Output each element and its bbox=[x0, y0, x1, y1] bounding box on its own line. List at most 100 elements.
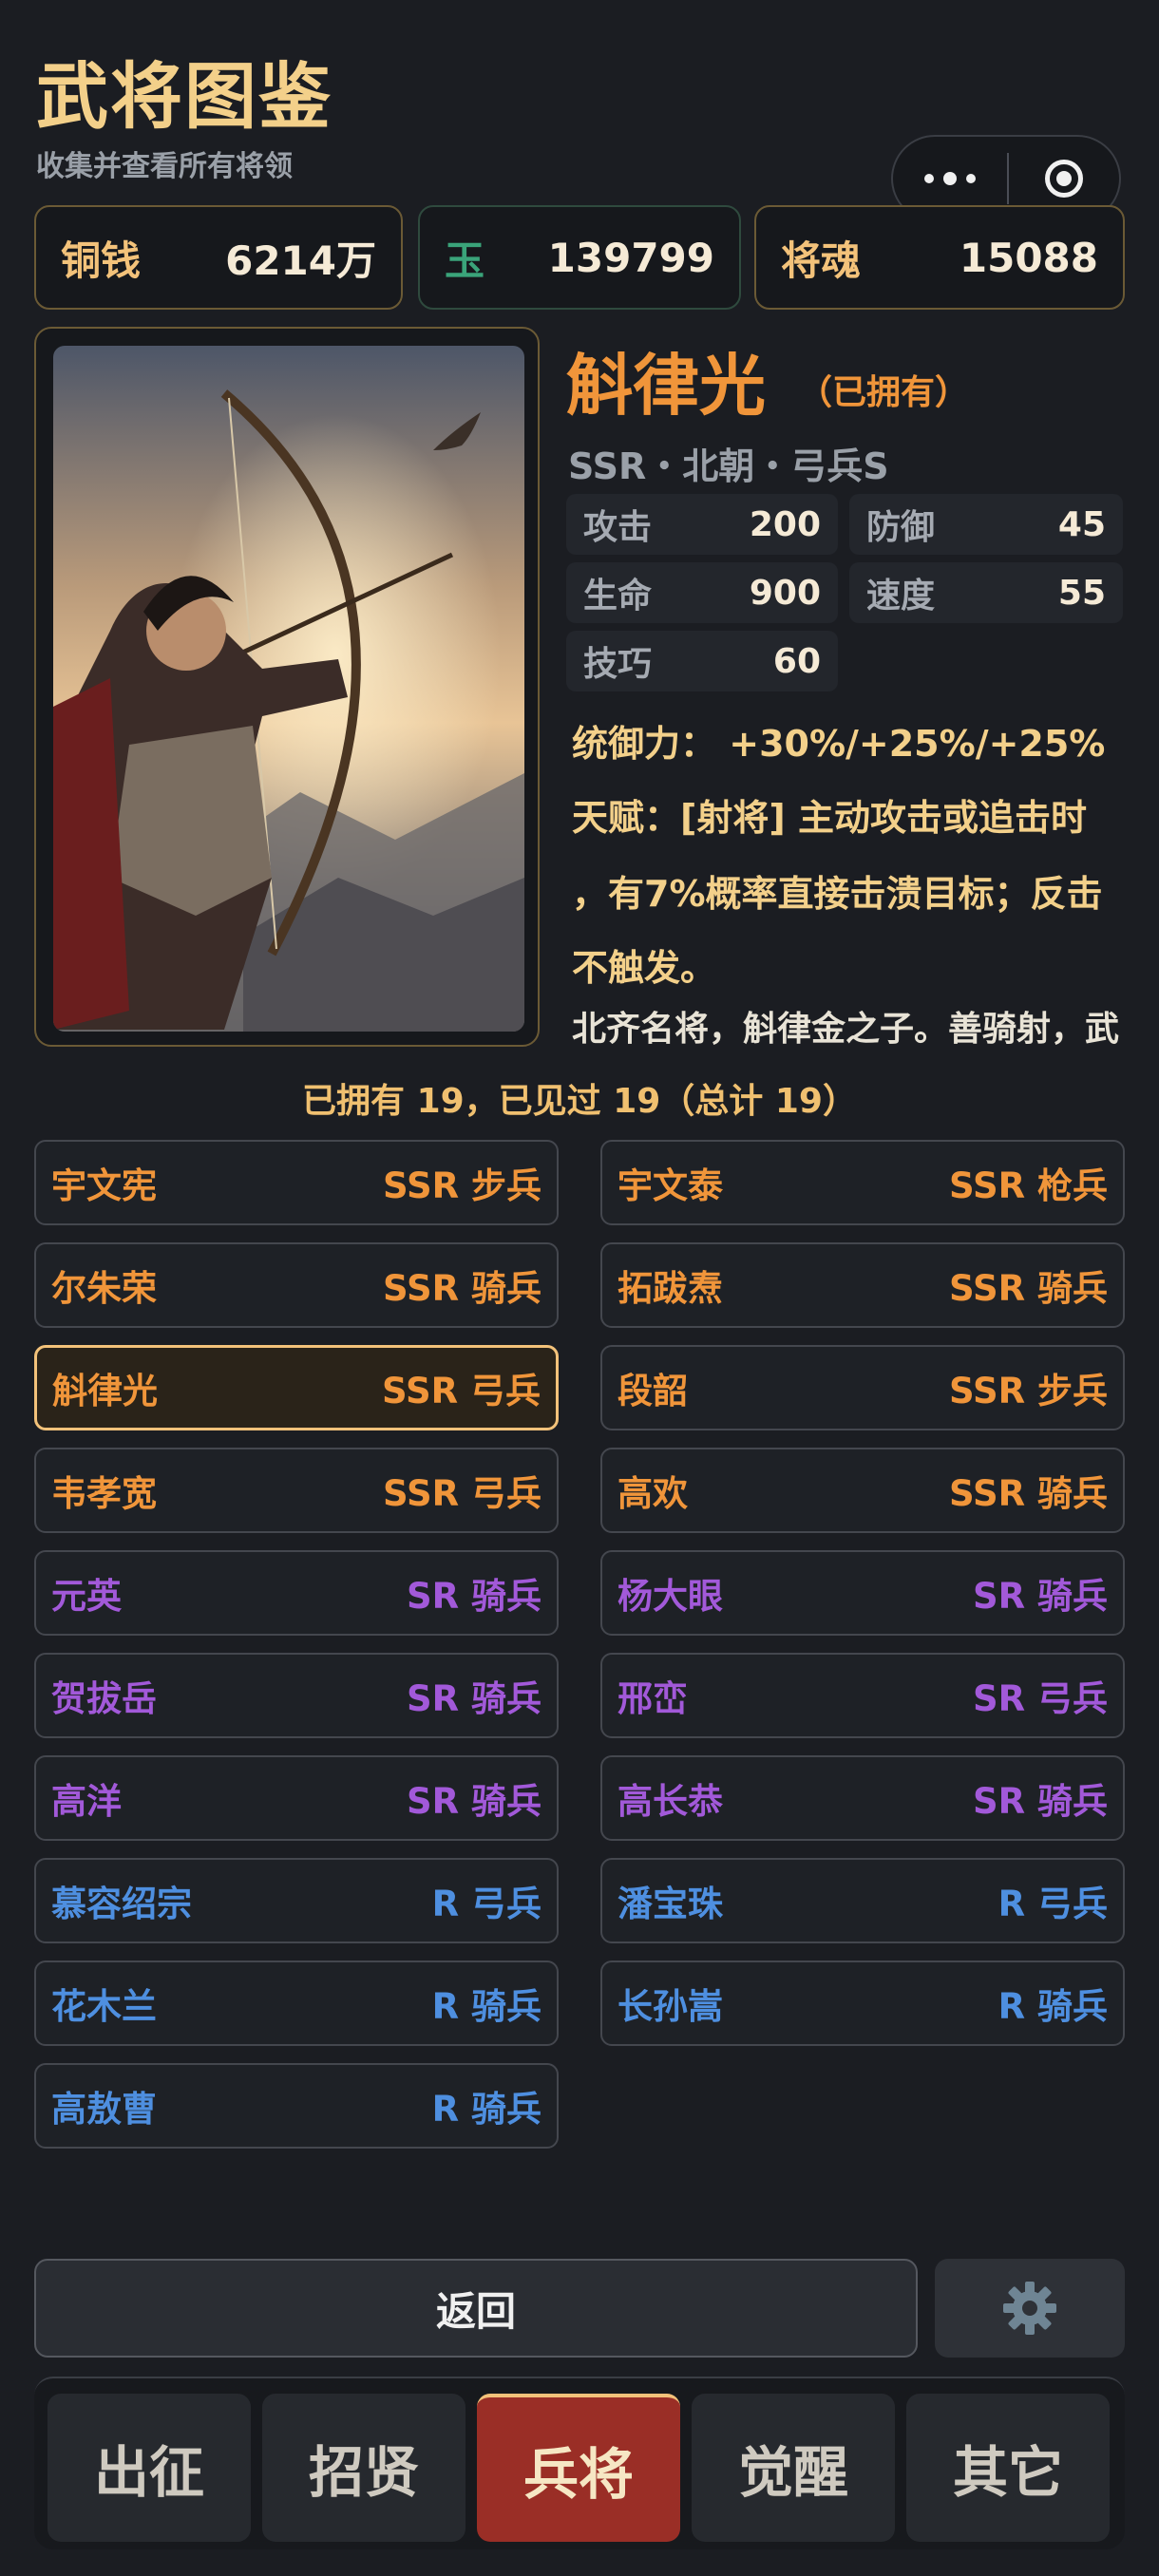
page-subtitle: 收集并查看所有将领 bbox=[36, 150, 293, 183]
hero-card-class: SSR 骑兵 bbox=[383, 1260, 542, 1311]
hero-card[interactable]: 元英 SR 骑兵 bbox=[34, 1550, 559, 1636]
hero-card-name: 慕容绍宗 bbox=[51, 1884, 192, 1924]
hero-card-name: 韦孝宽 bbox=[51, 1473, 157, 1514]
hero-card[interactable]: 宇文泰 SSR 枪兵 bbox=[600, 1140, 1125, 1225]
hero-card[interactable]: 斛律光 SSR 弓兵 bbox=[34, 1345, 559, 1430]
hero-card-type: 骑兵 bbox=[471, 1576, 542, 1617]
currency-value: 139799 bbox=[547, 234, 714, 281]
gear-icon bbox=[1003, 2282, 1056, 2335]
hero-name: 斛律光 bbox=[566, 347, 766, 425]
hero-card[interactable]: 高欢 SSR 骑兵 bbox=[600, 1448, 1125, 1533]
hero-card-rarity: SR bbox=[972, 1781, 1026, 1822]
stat-defense: 防御 45 bbox=[849, 494, 1123, 555]
stat-value: 55 bbox=[1057, 573, 1106, 613]
hero-card-name: 元英 bbox=[51, 1576, 122, 1617]
currency-soul: 将魂 15088 bbox=[754, 205, 1125, 310]
hero-card[interactable]: 宇文宪 SSR 步兵 bbox=[34, 1140, 559, 1225]
tab-4[interactable]: 觉醒 bbox=[692, 2394, 895, 2542]
hero-card[interactable]: 长孙嵩 R 骑兵 bbox=[600, 1960, 1125, 2046]
hero-card[interactable]: 花木兰 R 骑兵 bbox=[34, 1960, 559, 2046]
hero-card[interactable]: 高洋 SR 骑兵 bbox=[34, 1755, 559, 1841]
hero-card-name: 潘宝珠 bbox=[618, 1884, 723, 1924]
hero-card-type: 骑兵 bbox=[471, 2089, 542, 2130]
hero-card-type: 弓兵 bbox=[471, 1884, 542, 1924]
hero-card[interactable]: 贺拔岳 SR 骑兵 bbox=[34, 1653, 559, 1738]
hero-card-name: 高长恭 bbox=[618, 1781, 723, 1822]
currency-jade: 玉 139799 bbox=[418, 205, 741, 310]
hero-card[interactable]: 尔朱荣 SSR 骑兵 bbox=[34, 1242, 559, 1328]
hero-card-rarity: SR bbox=[406, 1576, 460, 1617]
hero-card-type: 骑兵 bbox=[1037, 1268, 1108, 1309]
settings-button[interactable] bbox=[935, 2259, 1125, 2358]
bottom-tab-bar: 出征 招贤 兵将 觉醒 其它 bbox=[34, 2377, 1125, 2549]
hero-card[interactable]: 韦孝宽 SSR 弓兵 bbox=[34, 1448, 559, 1533]
hero-card-rarity: R bbox=[998, 1986, 1026, 2027]
hero-card-rarity: R bbox=[431, 1986, 460, 2027]
hero-description: 北齐名将，斛律金之子。善骑射，武 bbox=[572, 1010, 1120, 1049]
stat-label: 攻击 bbox=[583, 508, 653, 547]
hero-card-rarity: R bbox=[431, 2089, 460, 2130]
hero-card-name: 高敖曹 bbox=[51, 2089, 157, 2130]
hero-talent-line: 不触发。 bbox=[572, 947, 717, 989]
hero-card-rarity: SSR bbox=[948, 1371, 1026, 1411]
stat-skill: 技巧 60 bbox=[566, 631, 838, 691]
currency-value: 6214万 bbox=[225, 237, 376, 284]
back-button[interactable]: 返回 bbox=[34, 2259, 918, 2358]
hero-card-class: SSR 步兵 bbox=[949, 1362, 1108, 1413]
stat-value: 200 bbox=[749, 504, 821, 544]
hero-card-rarity: R bbox=[431, 1884, 460, 1924]
hero-card-name: 段韶 bbox=[618, 1371, 688, 1411]
hero-card-name: 尔朱荣 bbox=[51, 1268, 157, 1309]
hero-card-class: SSR 枪兵 bbox=[949, 1157, 1108, 1208]
tab-2[interactable]: 招贤 bbox=[262, 2394, 466, 2542]
hero-card-class: R 骑兵 bbox=[998, 1978, 1108, 2029]
hero-card[interactable]: 高敖曹 R 骑兵 bbox=[34, 2063, 559, 2149]
hero-card-rarity: SSR bbox=[948, 1473, 1026, 1514]
currency-label: 玉 bbox=[445, 237, 485, 284]
stat-attack: 攻击 200 bbox=[566, 494, 838, 555]
hero-portrait bbox=[53, 346, 524, 1032]
hero-command: 统御力： +30%/+25%/+25% bbox=[572, 723, 1106, 765]
hero-card-class: SR 骑兵 bbox=[407, 1772, 542, 1824]
hero-owned-status: （已拥有） bbox=[798, 373, 970, 412]
hero-card-type: 骑兵 bbox=[471, 1678, 542, 1719]
hero-card[interactable]: 邢峦 SR 弓兵 bbox=[600, 1653, 1125, 1738]
hero-card[interactable]: 潘宝珠 R 弓兵 bbox=[600, 1858, 1125, 1943]
hero-card-rarity: SR bbox=[406, 1781, 460, 1822]
hero-card[interactable]: 慕容绍宗 R 弓兵 bbox=[34, 1858, 559, 1943]
tab-3[interactable]: 兵将 bbox=[477, 2394, 680, 2542]
hero-card-type: 骑兵 bbox=[471, 1781, 542, 1822]
hero-card-type: 骑兵 bbox=[1037, 1986, 1108, 2027]
hero-meta: SSR・北朝・弓兵S bbox=[568, 445, 889, 487]
hero-card-rarity: SSR bbox=[381, 1371, 459, 1411]
hero-card-class: R 骑兵 bbox=[432, 2080, 542, 2131]
hero-card-name: 贺拔岳 bbox=[51, 1678, 157, 1719]
hero-card-class: SR 骑兵 bbox=[973, 1567, 1108, 1619]
hero-card[interactable]: 高长恭 SR 骑兵 bbox=[600, 1755, 1125, 1841]
hero-card-rarity: SR bbox=[972, 1576, 1026, 1617]
hero-card-type: 骑兵 bbox=[471, 1268, 542, 1309]
hero-card-rarity: SR bbox=[972, 1678, 1026, 1719]
hero-card-rarity: SSR bbox=[382, 1165, 460, 1206]
hero-card-name: 高洋 bbox=[51, 1781, 122, 1822]
hero-card-name: 长孙嵩 bbox=[618, 1986, 723, 2027]
stat-label: 技巧 bbox=[583, 645, 653, 684]
hero-card[interactable]: 杨大眼 SR 骑兵 bbox=[600, 1550, 1125, 1636]
tab-1[interactable]: 出征 bbox=[48, 2394, 251, 2542]
hero-card-class: R 弓兵 bbox=[432, 1875, 542, 1926]
hero-card[interactable]: 段韶 SSR 步兵 bbox=[600, 1345, 1125, 1430]
stat-speed: 速度 55 bbox=[849, 562, 1123, 623]
hero-card-class: SSR 步兵 bbox=[383, 1157, 542, 1208]
hero-card-class: SSR 骑兵 bbox=[949, 1260, 1108, 1311]
hero-card-class: SR 骑兵 bbox=[973, 1772, 1108, 1824]
hero-card-class: SR 骑兵 bbox=[407, 1670, 542, 1721]
hero-card[interactable]: 拓跋焘 SSR 骑兵 bbox=[600, 1242, 1125, 1328]
hero-card-name: 宇文宪 bbox=[51, 1165, 157, 1206]
hero-card-type: 弓兵 bbox=[1037, 1884, 1108, 1924]
collection-summary: 已拥有 19，已见过 19（总计 19） bbox=[302, 1082, 857, 1121]
hero-card-type: 弓兵 bbox=[1037, 1678, 1108, 1719]
hero-card-class: SR 骑兵 bbox=[407, 1567, 542, 1619]
tab-5[interactable]: 其它 bbox=[906, 2394, 1110, 2542]
stat-value: 45 bbox=[1057, 504, 1106, 544]
hero-card-type: 弓兵 bbox=[470, 1371, 541, 1411]
